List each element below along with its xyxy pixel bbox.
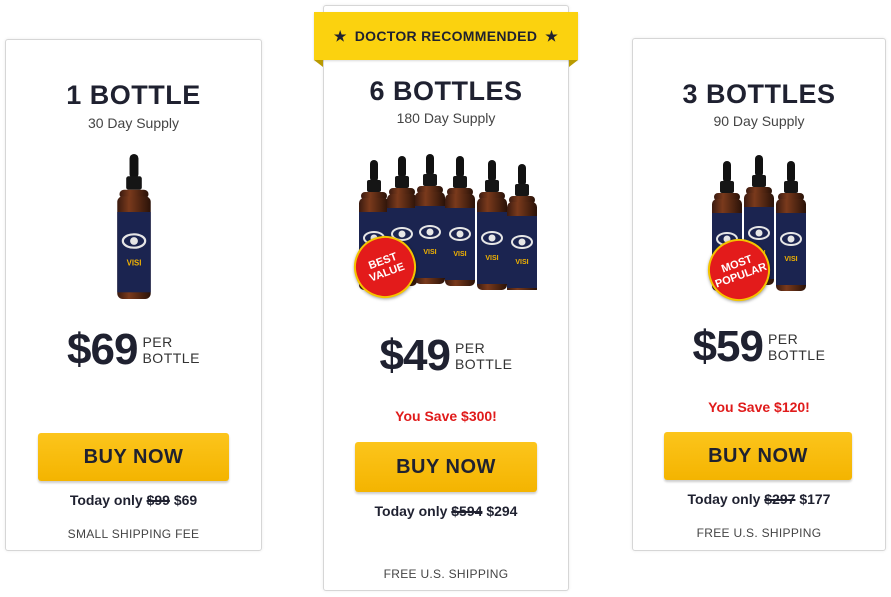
per-label: PER bbox=[454, 340, 486, 356]
doctor-recommended-ribbon: ★ DOCTOR RECOMMENDED ★ bbox=[314, 12, 578, 67]
card-title: 6 BOTTLES bbox=[369, 76, 523, 106]
shipping-note: FREE U.S. SHIPPING bbox=[383, 567, 509, 581]
bottle-image bbox=[116, 154, 152, 299]
old-price: $99 bbox=[146, 492, 170, 508]
bottle-label: BOTTLE bbox=[454, 356, 513, 372]
ribbon-fold-left bbox=[314, 60, 323, 67]
price-amount: $59 bbox=[692, 322, 764, 371]
price-unit: PER BOTTLE bbox=[768, 331, 825, 363]
card-title: 3 BOTTLES bbox=[682, 79, 836, 109]
product-card-6-bottles: 6 BOTTLES 180 Day Supply BEST VALUE $49 P… bbox=[323, 5, 569, 591]
price-block: $49 PER BOTTLE bbox=[324, 331, 568, 381]
today-only-price: Today only $99 $69 bbox=[6, 492, 261, 508]
new-price: $177 bbox=[799, 491, 831, 507]
price-block: $69 PER BOTTLE bbox=[6, 325, 261, 375]
ribbon-fold-right bbox=[569, 60, 578, 67]
per-label: PER bbox=[767, 331, 799, 347]
card-supply: 180 Day Supply bbox=[396, 110, 496, 126]
product-card-3-bottles: 3 BOTTLES 90 Day Supply MOST POPULAR $59 … bbox=[632, 38, 886, 551]
per-label: PER bbox=[142, 334, 173, 350]
today-only-price: Today only $594 $294 bbox=[324, 503, 568, 519]
new-price: $69 bbox=[173, 492, 198, 508]
old-price: $297 bbox=[764, 491, 796, 507]
price-unit: PER BOTTLE bbox=[142, 334, 199, 366]
card-supply: 30 Day Supply bbox=[87, 115, 180, 131]
savings-text: You Save $300! bbox=[395, 408, 497, 424]
buy-now-button[interactable]: BUY NOW bbox=[355, 442, 537, 492]
savings-text: You Save $120! bbox=[708, 399, 810, 415]
today-only-price: Today only $297 $177 bbox=[633, 491, 885, 507]
bottle-label: BOTTLE bbox=[767, 347, 826, 363]
new-price: $294 bbox=[486, 503, 518, 519]
card-supply: 90 Day Supply bbox=[713, 113, 805, 129]
today-label: Today only bbox=[687, 491, 761, 507]
buy-now-button[interactable]: BUY NOW bbox=[38, 433, 229, 481]
price-unit: PER BOTTLE bbox=[455, 340, 512, 372]
today-label: Today only bbox=[374, 503, 448, 519]
shipping-note: SMALL SHIPPING FEE bbox=[67, 527, 200, 541]
shipping-note: FREE U.S. SHIPPING bbox=[696, 526, 822, 540]
product-card-1-bottle: 1 BOTTLE 30 Day Supply $69 PER BOTTLE BU… bbox=[5, 39, 262, 551]
bottle-label: BOTTLE bbox=[142, 350, 200, 366]
price-amount: $69 bbox=[67, 325, 138, 374]
star-icon: ★ bbox=[333, 27, 347, 44]
today-label: Today only bbox=[69, 492, 143, 508]
old-price: $594 bbox=[451, 503, 483, 519]
buy-now-button[interactable]: BUY NOW bbox=[664, 432, 852, 480]
ribbon-label: DOCTOR RECOMMENDED bbox=[354, 28, 538, 44]
star-icon: ★ bbox=[545, 27, 559, 44]
price-amount: $49 bbox=[379, 331, 451, 380]
card-title: 1 BOTTLE bbox=[66, 80, 201, 110]
price-block: $59 PER BOTTLE bbox=[633, 322, 885, 372]
